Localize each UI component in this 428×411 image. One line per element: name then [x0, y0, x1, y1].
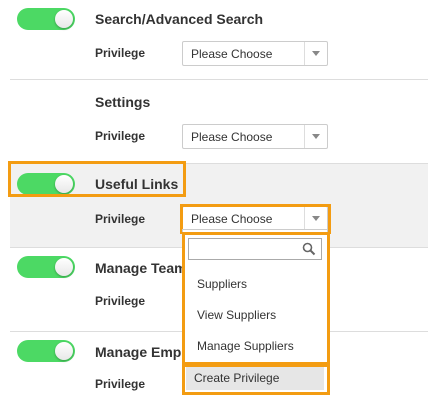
- section-toggle[interactable]: [17, 340, 75, 362]
- privilege-label: Privilege: [95, 377, 146, 391]
- section-title: Search/Advanced Search: [95, 11, 264, 27]
- highlight-dropdown-options: [182, 232, 330, 365]
- section-title: Manage Team: [95, 260, 187, 276]
- section-title: Settings: [95, 94, 151, 110]
- privilege-select[interactable]: Please Choose: [182, 41, 328, 66]
- privilege-select[interactable]: Please Choose: [182, 124, 328, 149]
- privilege-label: Privilege: [95, 46, 146, 60]
- section-toggle[interactable]: [17, 256, 75, 278]
- highlight-useful-links: [8, 161, 186, 197]
- highlight-create-privilege: [182, 364, 330, 395]
- chevron-down-icon: [304, 125, 327, 148]
- privilege-label: Privilege: [95, 129, 146, 143]
- privilege-select-value: Please Choose: [191, 130, 273, 144]
- section-title: Manage Emp: [95, 344, 182, 360]
- privilege-label: Privilege: [95, 212, 146, 226]
- privilege-section-search: Search/Advanced Search Privilege Please …: [10, 0, 428, 80]
- privilege-section-settings: Settings Privilege Please Choose: [10, 80, 428, 164]
- chevron-down-icon: [304, 42, 327, 65]
- privilege-select-value: Please Choose: [191, 47, 273, 61]
- privilege-label: Privilege: [95, 294, 146, 308]
- section-toggle[interactable]: [17, 8, 75, 30]
